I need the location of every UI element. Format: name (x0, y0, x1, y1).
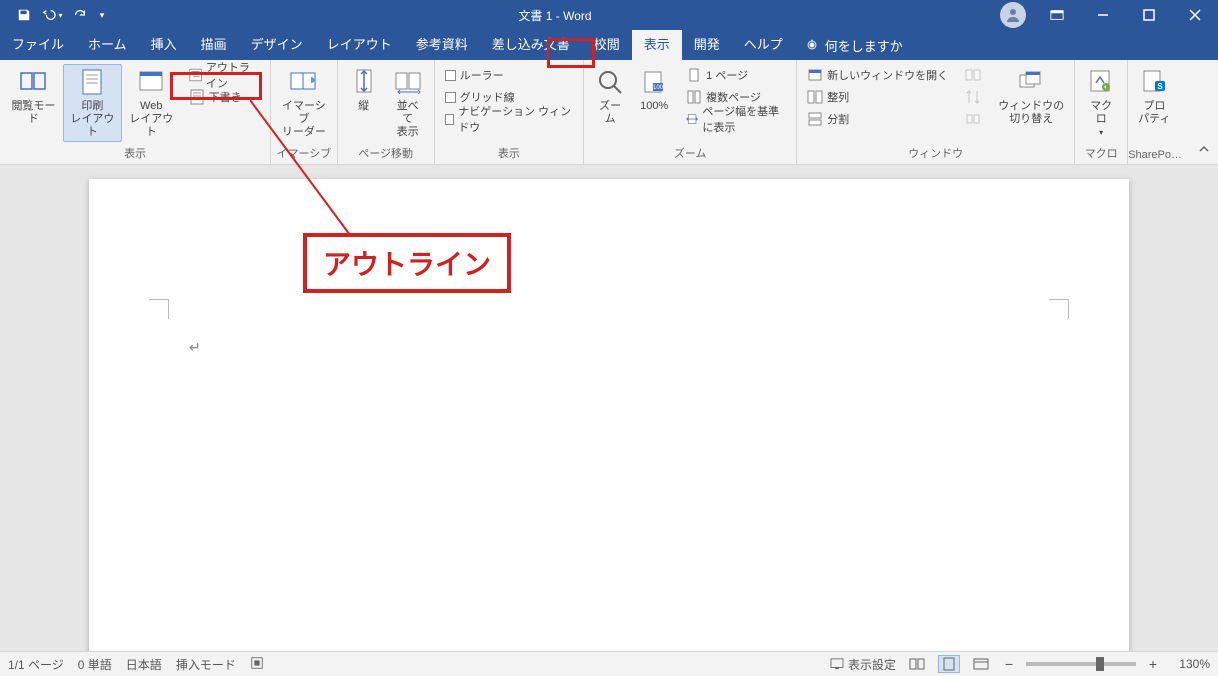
status-bar: 1/1 ページ 0 単語 日本語 挿入モード 表示設定 − + 130% (0, 651, 1218, 676)
qat-customize-button[interactable]: ▾ (94, 0, 110, 30)
arrange-all-button[interactable]: 整列 (801, 86, 954, 108)
redo-button[interactable] (66, 0, 94, 30)
status-page[interactable]: 1/1 ページ (8, 656, 64, 673)
switch-windows-button[interactable]: ウィンドウの 切り替え (992, 64, 1070, 128)
macros-icon (1085, 66, 1117, 98)
split-button[interactable]: 分割 (801, 108, 954, 130)
sync-scroll-button (959, 86, 987, 108)
collapse-ribbon-button[interactable] (1190, 138, 1218, 164)
group-zoom: ズーム 100 100% 1 ページ 複数ページ ページ幅を基準に表示 ズーム (584, 60, 797, 164)
svg-text:S: S (1158, 82, 1164, 91)
outline-button[interactable]: アウトライン (183, 64, 267, 86)
status-lang[interactable]: 日本語 (126, 656, 162, 673)
read-mode-view-button[interactable] (906, 655, 928, 673)
read-mode-icon (17, 66, 49, 98)
tab-layout[interactable]: レイアウト (315, 30, 404, 60)
group-pagemove: 縦 並べて 表示 ページ移動 (338, 60, 435, 164)
undo-button[interactable]: ▾ (38, 0, 66, 30)
reset-position-button (959, 108, 987, 130)
status-words[interactable]: 0 単語 (78, 656, 112, 673)
quick-access-toolbar: ▾ ▾ (0, 0, 110, 30)
ribbon: 閲覧モード 印刷 レイアウト Web レイアウト アウトライン 下書き (0, 60, 1218, 165)
tell-me-search[interactable]: 何をしますか (795, 36, 913, 55)
web-layout-icon (135, 66, 167, 98)
vertical-icon (348, 66, 380, 98)
zoom-slider[interactable] (1026, 662, 1136, 666)
draft-button[interactable]: 下書き (183, 86, 267, 108)
read-mode-button[interactable]: 閲覧モード (4, 64, 63, 128)
zoom-in-button[interactable]: + (1146, 656, 1160, 672)
zoom-percent[interactable]: 130% (1170, 657, 1210, 671)
tell-me-label: 何をしますか (825, 36, 903, 55)
group-views: 閲覧モード 印刷 レイアウト Web レイアウト アウトライン 下書き (0, 60, 271, 164)
window-controls (1034, 0, 1218, 30)
zoom-button[interactable]: ズーム (588, 64, 632, 128)
tab-insert[interactable]: 挿入 (139, 30, 189, 60)
ruler-checkbox[interactable]: ルーラー (439, 64, 580, 86)
new-window-button[interactable]: 新しいウィンドウを開く (801, 64, 954, 86)
immersive-reader-button[interactable]: イマーシブ リーダー (275, 64, 332, 142)
page-width-button[interactable]: ページ幅を基準に表示 (680, 108, 792, 130)
group-show: ルーラー グリッド線 ナビゲーション ウィンドウ 表示 (435, 60, 585, 164)
group-immersive: イマーシブ リーダー イマーシブ (271, 60, 337, 164)
properties-icon: S (1138, 66, 1170, 98)
tab-home[interactable]: ホーム (76, 30, 139, 60)
web-layout-view-button[interactable] (970, 655, 992, 673)
document-area[interactable]: ↵ (0, 165, 1218, 651)
zoom-out-button[interactable]: − (1002, 656, 1016, 672)
draft-icon (189, 89, 205, 105)
web-layout-button[interactable]: Web レイアウト (122, 64, 181, 142)
vertical-button[interactable]: 縦 (342, 64, 386, 115)
one-page-button[interactable]: 1 ページ (680, 64, 792, 86)
side-by-side-button[interactable]: 並べて 表示 (386, 64, 430, 142)
print-layout-button[interactable]: 印刷 レイアウト (63, 64, 122, 142)
immersive-reader-icon (288, 66, 320, 98)
maximize-button[interactable] (1126, 0, 1172, 30)
print-layout-icon (76, 66, 108, 98)
save-button[interactable] (10, 0, 38, 30)
zoom-icon (594, 66, 626, 98)
tab-help[interactable]: ヘルプ (732, 30, 795, 60)
hundred-percent-button[interactable]: 100 100% (632, 64, 676, 115)
print-layout-view-button[interactable] (938, 655, 960, 673)
ribbon-display-button[interactable] (1034, 0, 1080, 30)
switch-windows-icon (1015, 66, 1047, 98)
tab-design[interactable]: デザイン (239, 30, 315, 60)
page[interactable]: ↵ (89, 179, 1129, 651)
tab-developer[interactable]: 開発 (682, 30, 732, 60)
svg-text:100: 100 (653, 85, 664, 91)
margin-corner-tr (1049, 299, 1069, 319)
paragraph-mark: ↵ (189, 339, 201, 356)
group-window: 新しいウィンドウを開く 整列 分割 ウィンドウの 切り替え ウィンドウ (797, 60, 1075, 164)
close-button[interactable] (1172, 0, 1218, 30)
margin-corner-tl (149, 299, 169, 319)
tab-file[interactable]: ファイル (0, 30, 76, 60)
nav-pane-checkbox[interactable]: ナビゲーション ウィンドウ (439, 108, 580, 130)
display-settings-button[interactable]: 表示設定 (830, 656, 896, 673)
status-insert-mode[interactable]: 挿入モード (176, 656, 236, 673)
hundred-icon: 100 (638, 66, 670, 98)
user-avatar[interactable] (1000, 2, 1026, 28)
properties-button[interactable]: S プロ パティ (1132, 64, 1176, 128)
tab-review[interactable]: 校閲 (582, 30, 632, 60)
ribbon-tabs: ファイル ホーム 挿入 描画 デザイン レイアウト 参考資料 差し込み文書 校閲… (0, 30, 1218, 60)
minimize-button[interactable] (1080, 0, 1126, 30)
outline-icon (189, 67, 202, 83)
macros-button[interactable]: マクロ▾ (1079, 64, 1123, 142)
group-macros: マクロ▾ マクロ (1075, 60, 1128, 164)
side-by-side-icon (392, 66, 424, 98)
view-side-by-side-button (959, 64, 987, 86)
tab-references[interactable]: 参考資料 (404, 30, 480, 60)
status-macro-indicator[interactable] (250, 656, 264, 673)
tab-view[interactable]: 表示 (632, 30, 682, 60)
title-bar: ▾ ▾ 文書 1 - Word (0, 0, 1218, 30)
tab-draw[interactable]: 描画 (189, 30, 239, 60)
group-sharepoint: S プロ パティ SharePo… (1128, 60, 1182, 164)
window-title: 文書 1 - Word (110, 7, 1000, 24)
tab-mailings[interactable]: 差し込み文書 (480, 30, 582, 60)
